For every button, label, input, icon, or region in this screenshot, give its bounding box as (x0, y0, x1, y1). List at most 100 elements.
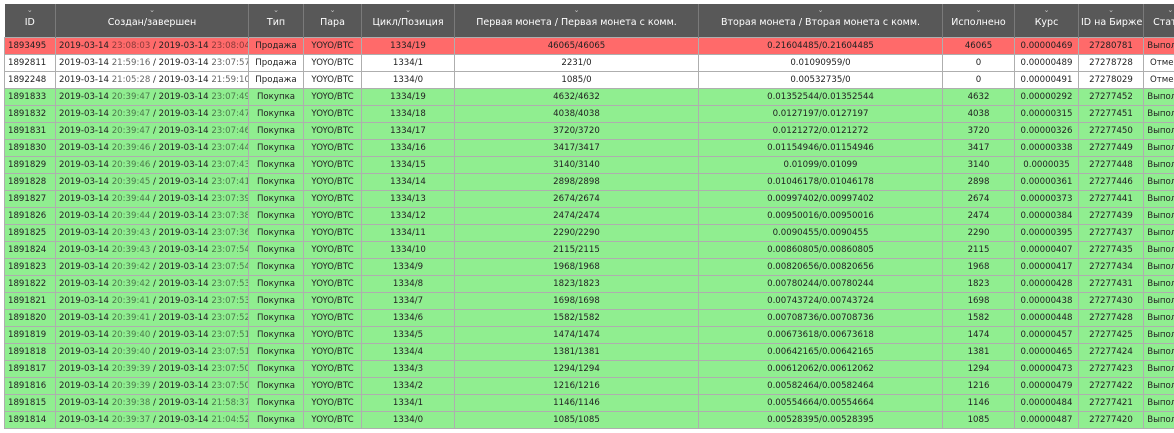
completed-time: 23:07:57 (211, 58, 249, 68)
column-header-id[interactable]: ⌄ ID (4, 4, 56, 38)
table-row[interactable]: 1891833 2019-03-14 20:39:47 / 2019-03-14 … (4, 88, 1174, 106)
created-date: 2019-03-14 (59, 177, 109, 187)
chevron-down-icon[interactable]: ⌄ (699, 6, 942, 14)
column-header-cycle[interactable]: ⌄ Цикл/Позиция (361, 4, 455, 38)
table-row[interactable]: 1891815 2019-03-14 20:39:38 / 2019-03-14 … (4, 394, 1174, 412)
cell-type: Покупка (248, 275, 304, 293)
column-header-label: Курс (1034, 17, 1059, 28)
cell-pair: YOYO/BTC (303, 105, 362, 123)
cell-rate: 0.00000438 (1014, 292, 1079, 310)
table-row[interactable]: 1891825 2019-03-14 20:39:43 / 2019-03-14 … (4, 224, 1174, 242)
cell-cycle: 1334/18 (361, 105, 455, 123)
table-row[interactable]: 1891832 2019-03-14 20:39:47 / 2019-03-14 … (4, 105, 1174, 123)
cell-exchange-id: 27277430 (1078, 292, 1144, 310)
chevron-down-icon[interactable]: ⌄ (943, 6, 1014, 14)
cell-second-coin: 0.00950016/0.00950016 (698, 207, 943, 225)
column-header-created[interactable]: ⌄ Создан/завершен (55, 4, 249, 38)
chevron-down-icon[interactable]: ⌄ (1015, 6, 1078, 14)
column-header-pair[interactable]: ⌄ Пара (303, 4, 362, 38)
cell-type: Покупка (248, 207, 304, 225)
cell-pair: YOYO/BTC (303, 139, 362, 157)
column-header-exchange_id[interactable]: ⌄ ID на Бирже (1078, 4, 1144, 38)
table-row[interactable]: 1891818 2019-03-14 20:39:40 / 2019-03-14 … (4, 343, 1174, 361)
created-date: 2019-03-14 (59, 75, 109, 85)
completed-time: 23:07:51 (211, 347, 249, 357)
table-row[interactable]: 1892811 2019-03-14 21:59:16 / 2019-03-14 … (4, 54, 1174, 72)
created-time: 20:39:43 (111, 228, 151, 238)
cell-id: 1891829 (4, 156, 56, 174)
table-row[interactable]: 1891824 2019-03-14 20:39:43 / 2019-03-14 … (4, 241, 1174, 259)
created-time: 20:39:42 (111, 262, 151, 272)
table-row[interactable]: 1891822 2019-03-14 20:39:42 / 2019-03-14 … (4, 275, 1174, 293)
completed-date: 2019-03-14 (158, 160, 209, 170)
chevron-down-icon[interactable]: ⌄ (455, 6, 698, 14)
column-header-coin1[interactable]: ⌄ Первая монета / Первая монета с комм. (454, 4, 699, 38)
table-row[interactable]: 1891830 2019-03-14 20:39:46 / 2019-03-14 … (4, 139, 1174, 157)
cell-status: Выполнен (1143, 207, 1174, 225)
cell-filled: 1474 (942, 326, 1015, 344)
cell-filled: 2290 (942, 224, 1015, 242)
cell-status: Отменен (1143, 71, 1174, 89)
column-header-coin2[interactable]: ⌄ Вторая монета / Вторая монета с комм. (698, 4, 943, 38)
cell-exchange-id: 27277451 (1078, 105, 1144, 123)
cell-cycle: 1334/11 (361, 224, 455, 242)
cell-exchange-id: 27277446 (1078, 173, 1144, 191)
cell-created: 2019-03-14 20:39:46 / 2019-03-14 23:07:4… (55, 156, 249, 174)
cell-pair: YOYO/BTC (303, 37, 362, 55)
cell-second-coin: 0.00860805/0.00860805 (698, 241, 943, 259)
column-header-type[interactable]: ⌄ Тип (248, 4, 304, 38)
cell-exchange-id: 27277428 (1078, 309, 1144, 327)
created-date: 2019-03-14 (59, 126, 109, 136)
table-row[interactable]: 1891816 2019-03-14 20:39:39 / 2019-03-14 … (4, 377, 1174, 395)
column-header-rate[interactable]: ⌄ Курс (1014, 4, 1079, 38)
chevron-down-icon[interactable]: ⌄ (249, 6, 303, 14)
table-row[interactable]: 1893495 2019-03-14 23:08:03 / 2019-03-14 … (4, 37, 1174, 55)
cell-second-coin: 0.21604485/0.21604485 (698, 37, 943, 55)
cell-second-coin: 0.0090455/0.0090455 (698, 224, 943, 242)
cell-cycle: 1334/1 (361, 54, 455, 72)
created-time: 20:39:40 (111, 330, 151, 340)
table-row[interactable]: 1892248 2019-03-14 21:05:28 / 2019-03-14 … (4, 71, 1174, 89)
table-row[interactable]: 1891819 2019-03-14 20:39:40 / 2019-03-14 … (4, 326, 1174, 344)
column-header-status[interactable]: ⌄ Статус (1143, 4, 1174, 38)
chevron-down-icon[interactable]: ⌄ (56, 6, 248, 14)
table-row[interactable]: 1891820 2019-03-14 20:39:41 / 2019-03-14 … (4, 309, 1174, 327)
cell-filled: 3720 (942, 122, 1015, 140)
chevron-down-icon[interactable]: ⌄ (362, 6, 454, 14)
cell-type: Покупка (248, 377, 304, 395)
table-row[interactable]: 1891814 2019-03-14 20:39:37 / 2019-03-14 … (4, 411, 1174, 429)
column-header-label: ID на Бирже (1081, 17, 1143, 28)
table-row[interactable]: 1891817 2019-03-14 20:39:39 / 2019-03-14 … (4, 360, 1174, 378)
cell-exchange-id: 27278728 (1078, 54, 1144, 72)
table-row[interactable]: 1891829 2019-03-14 20:39:46 / 2019-03-14 … (4, 156, 1174, 174)
table-row[interactable]: 1891827 2019-03-14 20:39:44 / 2019-03-14 … (4, 190, 1174, 208)
cell-second-coin: 0.00743724/0.00743724 (698, 292, 943, 310)
chevron-down-icon[interactable]: ⌄ (5, 6, 55, 14)
completed-time: 23:07:53 (211, 296, 249, 306)
cell-status: Выполнен (1143, 105, 1174, 123)
created-time: 20:39:44 (111, 211, 151, 221)
cell-pair: YOYO/BTC (303, 190, 362, 208)
column-header-filled[interactable]: ⌄ Исполнено (942, 4, 1015, 38)
completed-time: 21:58:37 (211, 398, 249, 408)
cell-type: Продажа (248, 37, 304, 55)
table-row[interactable]: 1891828 2019-03-14 20:39:45 / 2019-03-14 … (4, 173, 1174, 191)
created-time: 21:05:28 (111, 75, 151, 85)
table-row[interactable]: 1891831 2019-03-14 20:39:47 / 2019-03-14 … (4, 122, 1174, 140)
cell-rate: 0.00000338 (1014, 139, 1079, 157)
cell-second-coin: 0.00528395/0.00528395 (698, 411, 943, 429)
cell-cycle: 1334/2 (361, 377, 455, 395)
table-body: 1893495 2019-03-14 23:08:03 / 2019-03-14 … (4, 37, 1174, 429)
table-row[interactable]: 1891821 2019-03-14 20:39:41 / 2019-03-14 … (4, 292, 1174, 310)
table-row[interactable]: 1891823 2019-03-14 20:39:42 / 2019-03-14 … (4, 258, 1174, 276)
chevron-down-icon[interactable]: ⌄ (1144, 6, 1174, 14)
cell-created: 2019-03-14 20:39:40 / 2019-03-14 23:07:5… (55, 343, 249, 361)
cell-exchange-id: 27277441 (1078, 190, 1144, 208)
cell-type: Покупка (248, 394, 304, 412)
header-row: ⌄ ID ⌄ Создан/завершен ⌄ Тип ⌄ Пара ⌄ Цикл/Позици… (4, 4, 1174, 38)
table-row[interactable]: 1891826 2019-03-14 20:39:44 / 2019-03-14 … (4, 207, 1174, 225)
cell-rate: 0.00000428 (1014, 275, 1079, 293)
chevron-down-icon[interactable]: ⌄ (304, 6, 361, 14)
chevron-down-icon[interactable]: ⌄ (1079, 6, 1143, 14)
cell-rate: 0.00000407 (1014, 241, 1079, 259)
